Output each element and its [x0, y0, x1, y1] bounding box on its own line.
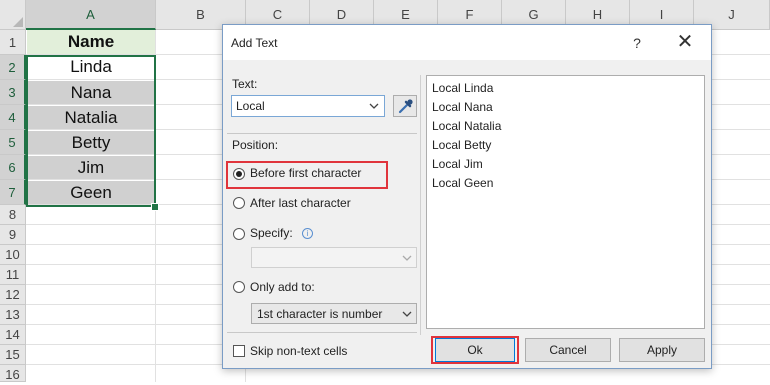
option-specify-label[interactable]: Specify: [250, 226, 293, 240]
preview-item: Local Geen [432, 176, 494, 190]
radio-specify[interactable] [233, 228, 245, 240]
add-text-dialog: Add Text ? ✕ Text: Local Position: Befor… [222, 24, 712, 369]
row-header-3[interactable]: 3 [0, 80, 26, 105]
text-value: Local [236, 99, 265, 113]
row-header-5[interactable]: 5 [0, 130, 26, 155]
preview-item: Local Natalia [432, 119, 502, 133]
row-header-4[interactable]: 4 [0, 105, 26, 130]
row-header-2[interactable]: 2 [0, 55, 26, 80]
separator [227, 332, 417, 333]
dialog-titlebar[interactable]: Add Text ? ✕ [223, 25, 711, 60]
dialog-title: Add Text [231, 36, 278, 50]
row-header-15[interactable]: 15 [0, 345, 26, 365]
option-only-add-to-label[interactable]: Only add to: [250, 280, 315, 294]
row-header-9[interactable]: 9 [0, 225, 26, 245]
preview-item: Local Nana [432, 100, 493, 114]
select-all-corner[interactable] [0, 0, 26, 30]
ok-button[interactable]: Ok [435, 338, 515, 362]
column-header-a[interactable]: A [26, 0, 156, 30]
info-icon[interactable]: i [302, 228, 313, 239]
only-add-to-value: 1st character is number [257, 307, 383, 321]
panel-divider [420, 75, 421, 335]
row-header-12[interactable]: 12 [0, 285, 26, 305]
skip-non-text-checkbox[interactable] [233, 345, 245, 357]
row-header-8[interactable]: 8 [0, 205, 26, 225]
cell-a1[interactable]: Name [27, 30, 155, 54]
row-header-6[interactable]: 6 [0, 155, 26, 180]
text-label: Text: [232, 77, 258, 91]
position-label: Position: [232, 138, 279, 152]
selection-range [26, 55, 156, 207]
apply-button[interactable]: Apply [619, 338, 705, 362]
help-button[interactable]: ? [627, 33, 647, 53]
preview-item: Local Jim [432, 157, 483, 171]
text-combobox[interactable]: Local [231, 95, 385, 117]
row-header-10[interactable]: 10 [0, 245, 26, 265]
row-header-11[interactable]: 11 [0, 265, 26, 285]
row-header-14[interactable]: 14 [0, 325, 26, 345]
row-header-16[interactable]: 16 [0, 365, 26, 382]
cancel-button[interactable]: Cancel [525, 338, 611, 362]
option-before-first-label[interactable]: Before first character [250, 166, 361, 180]
chevron-down-icon [402, 255, 412, 261]
row-header-13[interactable]: 13 [0, 305, 26, 325]
radio-only-add-to[interactable] [233, 281, 245, 293]
specify-position-combobox [251, 247, 417, 268]
skip-non-text-label[interactable]: Skip non-text cells [250, 344, 347, 358]
eyedropper-icon [398, 99, 413, 114]
option-after-last-label[interactable]: After last character [250, 196, 351, 210]
fill-handle[interactable] [151, 203, 159, 211]
only-add-to-combobox[interactable]: 1st character is number [251, 303, 417, 324]
preview-list[interactable]: Local Linda Local Nana Local Natalia Loc… [426, 75, 705, 329]
separator [227, 133, 417, 134]
chevron-down-icon[interactable] [368, 99, 380, 113]
preview-item: Local Betty [432, 138, 492, 152]
close-icon[interactable]: ✕ [674, 31, 696, 53]
eyedropper-button[interactable] [393, 95, 417, 117]
radio-after-last[interactable] [233, 197, 245, 209]
chevron-down-icon[interactable] [401, 307, 413, 321]
row-header-7[interactable]: 7 [0, 180, 26, 205]
preview-item: Local Linda [432, 81, 494, 95]
row-header-1[interactable]: 1 [0, 30, 26, 55]
radio-before-first[interactable] [233, 168, 245, 180]
